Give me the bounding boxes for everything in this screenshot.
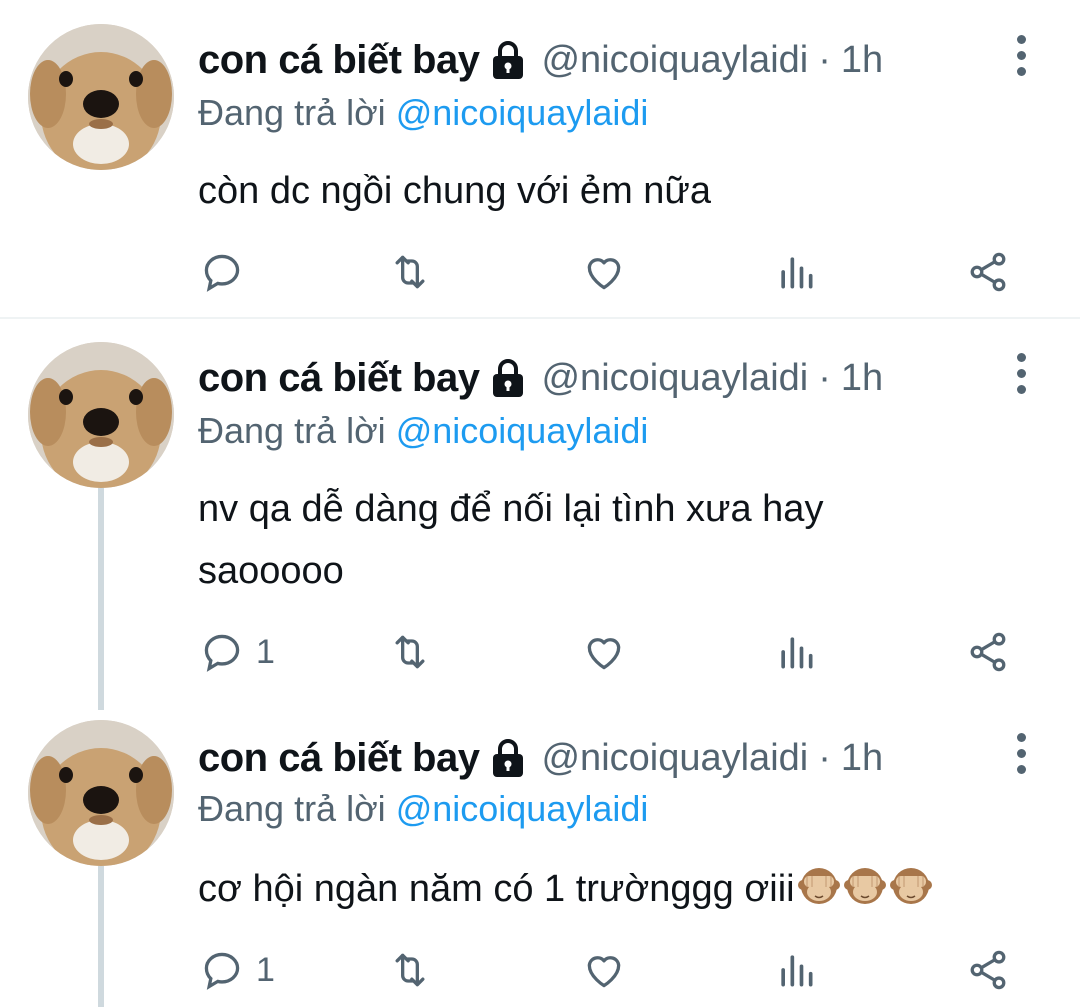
- display-name[interactable]: con cá biết bay: [198, 38, 480, 83]
- handle[interactable]: @nicoiquaylaidi: [541, 357, 808, 400]
- replying-to: Đang trả lời @nicoiquaylaidi: [198, 788, 648, 830]
- separator-dot: ·: [818, 38, 831, 81]
- more-icon[interactable]: [1008, 718, 1034, 788]
- tweet[interactable]: con cá biết bay @nicoiquaylaidi · 1h Đan…: [0, 320, 1080, 710]
- see-no-evil-monkey-emoji: [797, 863, 841, 907]
- separator-dot: ·: [818, 356, 831, 399]
- analytics-button[interactable]: [774, 622, 818, 682]
- tweet-text: cơ hội ngàn năm có 1 trườnggg ơiii: [198, 858, 1058, 920]
- dog-avatar-image: [28, 342, 174, 488]
- mention-link[interactable]: @nicoiquaylaidi: [396, 92, 649, 133]
- reply-button[interactable]: [200, 242, 244, 302]
- tweet-text: còn dc ngồi chung với ẻm nữa: [198, 170, 711, 212]
- replying-prefix: Đang trả lời: [198, 788, 386, 829]
- retweet-button[interactable]: [388, 940, 432, 1000]
- reply-count: 1: [256, 950, 275, 989]
- timestamp[interactable]: 1h: [841, 39, 883, 82]
- reply-button[interactable]: 1: [200, 622, 275, 682]
- lock-icon: [489, 738, 527, 778]
- retweet-button[interactable]: [388, 622, 432, 682]
- analytics-button[interactable]: [774, 242, 818, 302]
- replying-prefix: Đang trả lời: [198, 92, 386, 133]
- more-icon[interactable]: [1008, 338, 1034, 408]
- handle[interactable]: @nicoiquaylaidi: [541, 39, 808, 82]
- reply-icon: [204, 634, 240, 672]
- separator-dot: ·: [818, 736, 831, 779]
- like-icon: [587, 956, 621, 988]
- dog-avatar-image: [28, 24, 174, 170]
- analytics-icon: [781, 257, 813, 289]
- handle[interactable]: @nicoiquaylaidi: [541, 737, 808, 780]
- replying-to: Đang trả lời @nicoiquaylaidi: [198, 410, 648, 452]
- more-icon[interactable]: [1008, 20, 1034, 90]
- share-icon: [970, 252, 1006, 292]
- avatar[interactable]: [28, 720, 174, 866]
- action-bar: 1: [0, 622, 1080, 682]
- like-icon: [587, 638, 621, 670]
- share-button[interactable]: [966, 940, 1010, 1000]
- mention-link[interactable]: @nicoiquaylaidi: [396, 410, 649, 451]
- tweet[interactable]: con cá biết bay @nicoiquaylaidi · 1h Đan…: [0, 0, 1080, 318]
- display-name[interactable]: con cá biết bay: [198, 736, 480, 781]
- dog-avatar-image: [28, 720, 174, 866]
- tweet-text: nv qa dễ dàng để nối lại tình xưa hay sa…: [198, 488, 824, 592]
- like-button[interactable]: [582, 940, 626, 1000]
- analytics-icon: [781, 637, 813, 669]
- reply-count: 1: [256, 632, 275, 671]
- display-name[interactable]: con cá biết bay: [198, 356, 480, 401]
- analytics-icon: [781, 955, 813, 987]
- replying-prefix: Đang trả lời: [198, 410, 386, 451]
- like-button[interactable]: [582, 622, 626, 682]
- see-no-evil-monkey-emoji: [843, 863, 887, 907]
- tweet-text-content: cơ hội ngàn năm có 1 trườnggg ơiii: [198, 868, 795, 910]
- retweet-icon: [395, 635, 425, 669]
- lock-icon: [489, 358, 527, 398]
- lock-icon: [489, 40, 527, 80]
- reply-button[interactable]: 1: [200, 940, 275, 1000]
- replying-to: Đang trả lời @nicoiquaylaidi: [198, 92, 648, 134]
- retweet-icon: [395, 953, 425, 987]
- tweet[interactable]: con cá biết bay @nicoiquaylaidi · 1h Đan…: [0, 700, 1080, 1007]
- action-bar: [0, 242, 1080, 302]
- avatar[interactable]: [28, 342, 174, 488]
- like-icon: [587, 258, 621, 290]
- action-bar: 1: [0, 940, 1080, 1000]
- timestamp[interactable]: 1h: [841, 357, 883, 400]
- share-icon: [970, 950, 1006, 990]
- like-button[interactable]: [582, 242, 626, 302]
- reply-icon: [204, 952, 240, 990]
- analytics-button[interactable]: [774, 940, 818, 1000]
- reply-icon: [204, 254, 240, 292]
- see-no-evil-monkey-emoji: [889, 863, 933, 907]
- divider: [0, 317, 1080, 319]
- share-button[interactable]: [966, 242, 1010, 302]
- share-icon: [970, 632, 1006, 672]
- retweet-button[interactable]: [388, 242, 432, 302]
- timestamp[interactable]: 1h: [841, 737, 883, 780]
- avatar[interactable]: [28, 24, 174, 170]
- mention-link[interactable]: @nicoiquaylaidi: [396, 788, 649, 829]
- retweet-icon: [395, 255, 425, 289]
- share-button[interactable]: [966, 622, 1010, 682]
